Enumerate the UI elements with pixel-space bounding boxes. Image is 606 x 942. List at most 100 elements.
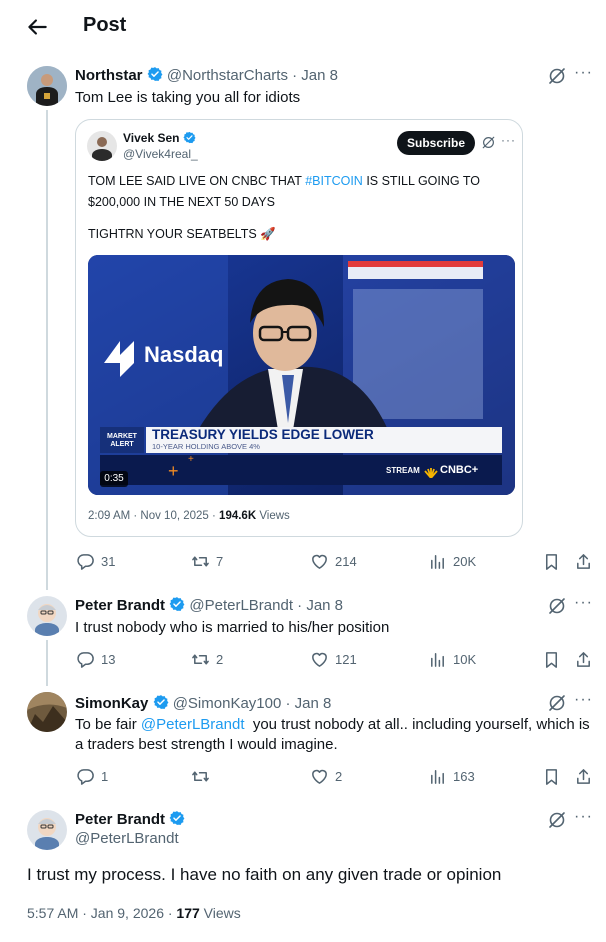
- quote-author: Vivek Sen: [123, 131, 196, 145]
- page-title: Post: [83, 14, 127, 36]
- post-text: I trust my process. I have no faith on a…: [27, 865, 502, 884]
- more-icon[interactable]: ···: [501, 133, 516, 147]
- reply-count: 13: [101, 652, 116, 667]
- post-date[interactable]: · Jan 8: [286, 695, 332, 712]
- share-icon[interactable]: [574, 767, 593, 786]
- author-handle[interactable]: @PeterLBrandt: [75, 830, 179, 847]
- thread-line: [46, 640, 48, 686]
- avatar-northstar[interactable]: [27, 66, 67, 106]
- network-label: CNBC+: [440, 464, 479, 476]
- back-arrow-icon[interactable]: [24, 14, 50, 40]
- video-player[interactable]: Nasdaq MARKET ALERT TREASURY YIELDS EDGE…: [88, 255, 515, 495]
- post-header: Peter Brandt @PeterLBrandt · Jan 8: [75, 596, 343, 614]
- post-text: I trust nobody who is married to his/her…: [75, 619, 390, 636]
- like-button[interactable]: 2: [310, 767, 342, 786]
- quote-author-name: Vivek Sen: [123, 131, 180, 145]
- views-button[interactable]: 20K: [428, 552, 476, 571]
- grok-icon[interactable]: [547, 810, 567, 830]
- repost-count: 2: [216, 652, 224, 667]
- more-icon[interactable]: ···: [574, 64, 593, 82]
- author-handle[interactable]: @NorthstarCharts: [167, 67, 288, 84]
- verified-icon: [169, 810, 185, 826]
- post-date[interactable]: · Jan 8: [297, 597, 343, 614]
- plus-orange-2: +: [188, 454, 194, 465]
- verified-icon: [183, 131, 196, 144]
- reply-icon: [76, 767, 95, 786]
- verified-icon: [169, 596, 185, 612]
- mention-link[interactable]: @PeterLBrandt: [141, 716, 245, 733]
- avatar-simonkay[interactable]: [27, 692, 67, 732]
- author-name[interactable]: Peter Brandt: [75, 597, 165, 614]
- views-icon: [428, 552, 447, 571]
- like-button[interactable]: 214: [310, 552, 357, 571]
- repost-icon: [191, 552, 210, 571]
- views-button[interactable]: 10K: [428, 650, 476, 669]
- quote-author-handle: @Vivek4real_: [123, 147, 198, 161]
- verified-icon: [153, 694, 169, 710]
- post-timestamp[interactable]: 5:57 AM · Jan 9, 2026 ·: [27, 905, 176, 921]
- hashtag-link[interactable]: #BITCOIN: [305, 174, 363, 188]
- grok-icon[interactable]: [547, 66, 567, 86]
- views-icon: [428, 650, 447, 669]
- avatar-vivek: [87, 131, 117, 161]
- market-alert-box: MARKET ALERT: [100, 427, 144, 453]
- repost-button[interactable]: 2: [191, 650, 223, 669]
- duration-badge: 0:35: [100, 471, 128, 487]
- like-icon: [310, 552, 329, 571]
- reply-button[interactable]: 31: [76, 552, 115, 571]
- plus-orange-1: +: [168, 461, 179, 481]
- share-icon[interactable]: [574, 650, 593, 669]
- reply-count: 31: [101, 554, 116, 569]
- more-icon[interactable]: ···: [574, 594, 593, 612]
- like-icon: [310, 650, 329, 669]
- like-button[interactable]: 121: [310, 650, 357, 669]
- like-icon: [310, 767, 329, 786]
- more-icon[interactable]: ···: [574, 808, 593, 826]
- post-header: SimonKay @SimonKay100 · Jan 8: [75, 694, 331, 712]
- avatar-peter-brandt[interactable]: [27, 810, 67, 850]
- reply-button[interactable]: 1: [76, 767, 108, 786]
- grok-icon[interactable]: [481, 135, 496, 150]
- repost-button[interactable]: 7: [191, 552, 223, 571]
- author-name[interactable]: Peter Brandt: [75, 811, 165, 828]
- share-icon[interactable]: [574, 552, 593, 571]
- post-meta: 5:57 AM · Jan 9, 2026 · 177 Views: [27, 905, 241, 921]
- more-icon[interactable]: ···: [574, 691, 593, 709]
- market-alert-l2: ALERT: [110, 441, 134, 448]
- repost-button[interactable]: [191, 767, 216, 786]
- bookmark-icon[interactable]: [542, 552, 561, 571]
- quote-text-a: TOM LEE SAID LIVE ON CNBC THAT: [88, 174, 306, 188]
- views-count: 10K: [453, 652, 477, 667]
- headline-bar: TREASURY YIELDS EDGE LOWER 10-YEAR HOLDI…: [146, 427, 502, 453]
- post-views-label: Views: [199, 905, 241, 921]
- grok-icon[interactable]: [547, 693, 567, 713]
- reply-button[interactable]: 13: [76, 650, 115, 669]
- nasdaq-logo-text: Nasdaq: [144, 342, 224, 367]
- author-name[interactable]: Northstar: [75, 67, 143, 84]
- author-handle[interactable]: @SimonKay100: [173, 695, 282, 712]
- post-text-a: To be fair: [75, 716, 141, 733]
- post-header: Peter Brandt: [75, 810, 185, 828]
- post-date[interactable]: · Jan 8: [292, 67, 338, 84]
- bookmark-icon[interactable]: [542, 650, 561, 669]
- quote-meta: 2:09 AM · Nov 10, 2025 · 194.6K Views: [88, 510, 290, 522]
- repost-count: 7: [216, 554, 224, 569]
- author-handle[interactable]: @PeterLBrandt: [189, 597, 293, 614]
- quote-timestamp: 2:09 AM · Nov 10, 2025 ·: [88, 510, 220, 522]
- bookmark-icon[interactable]: [542, 767, 561, 786]
- grok-icon[interactable]: [547, 596, 567, 616]
- reply-icon: [76, 650, 95, 669]
- like-count: 121: [335, 652, 357, 667]
- author-name[interactable]: SimonKay: [75, 695, 148, 712]
- post-text: To be fair @PeterLBrandt you trust nobod…: [75, 715, 595, 755]
- post-header: Northstar @NorthstarCharts · Jan 8: [75, 66, 338, 84]
- reply-icon: [76, 552, 95, 571]
- views-count: 20K: [453, 554, 477, 569]
- subscribe-button[interactable]: Subscribe: [397, 131, 475, 155]
- views-count: 163: [453, 769, 475, 784]
- views-button[interactable]: 163: [428, 767, 475, 786]
- stream-label: STREAM: [386, 466, 420, 475]
- avatar-peter-brandt[interactable]: [27, 596, 67, 636]
- quote-views-label: Views: [256, 510, 290, 522]
- verified-icon: [147, 66, 163, 82]
